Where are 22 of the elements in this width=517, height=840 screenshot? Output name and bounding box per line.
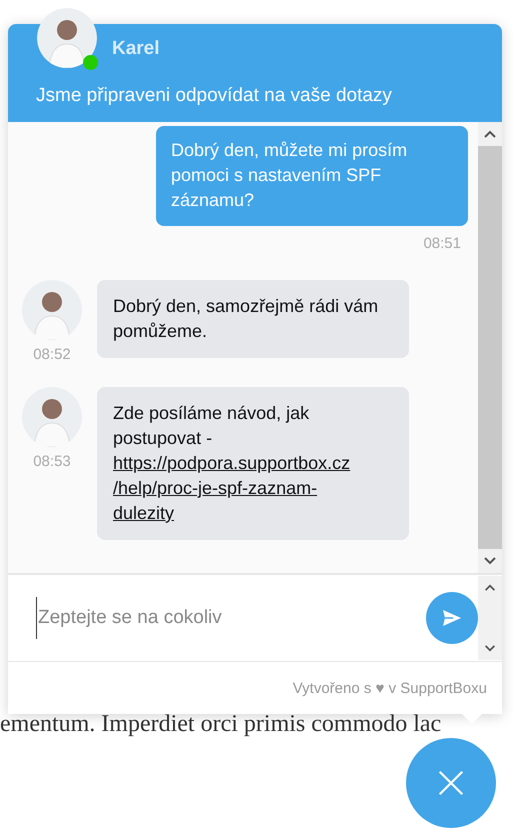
scroll-down-icon[interactable]: [484, 645, 496, 652]
footer-credit: Vytvořeno s ♥ v SupportBoxu: [292, 680, 487, 696]
close-icon: [438, 770, 464, 796]
page-text: ementum. Imperdiet orci primis commodo lac: [0, 711, 442, 738]
scroll-down-icon[interactable]: [484, 557, 496, 565]
agent-name: Karel: [112, 38, 160, 60]
scrollbar[interactable]: [478, 122, 502, 573]
message-time: 08:52: [33, 346, 71, 363]
message-time: 08:53: [33, 453, 71, 470]
scroll-up-icon[interactable]: [484, 584, 496, 591]
message-composer[interactable]: Zeptejte se na cokoliv: [8, 573, 502, 662]
scroll-up-icon[interactable]: [484, 130, 496, 138]
message-input[interactable]: Zeptejte se na cokoliv: [36, 597, 416, 639]
send-icon: [442, 609, 462, 627]
scrollbar[interactable]: [478, 576, 502, 660]
message-time: 08:51: [423, 235, 461, 252]
agent-avatar: [37, 8, 97, 68]
header-tagline: Jsme připraveni odpovídat na vaše dotazy: [36, 85, 392, 107]
message-text: Dobrý den, samozřejmě rádi vám pomůžeme.: [113, 296, 378, 341]
send-button[interactable]: [426, 592, 478, 644]
message-bubble: Dobrý den, můžete mi prosím pomoci s nastavením SPF záznamu?: [156, 126, 468, 226]
help-link[interactable]: https://podpora.supportbox.cz/help/proc-je-spf-zaznam-dulezity: [113, 451, 353, 526]
